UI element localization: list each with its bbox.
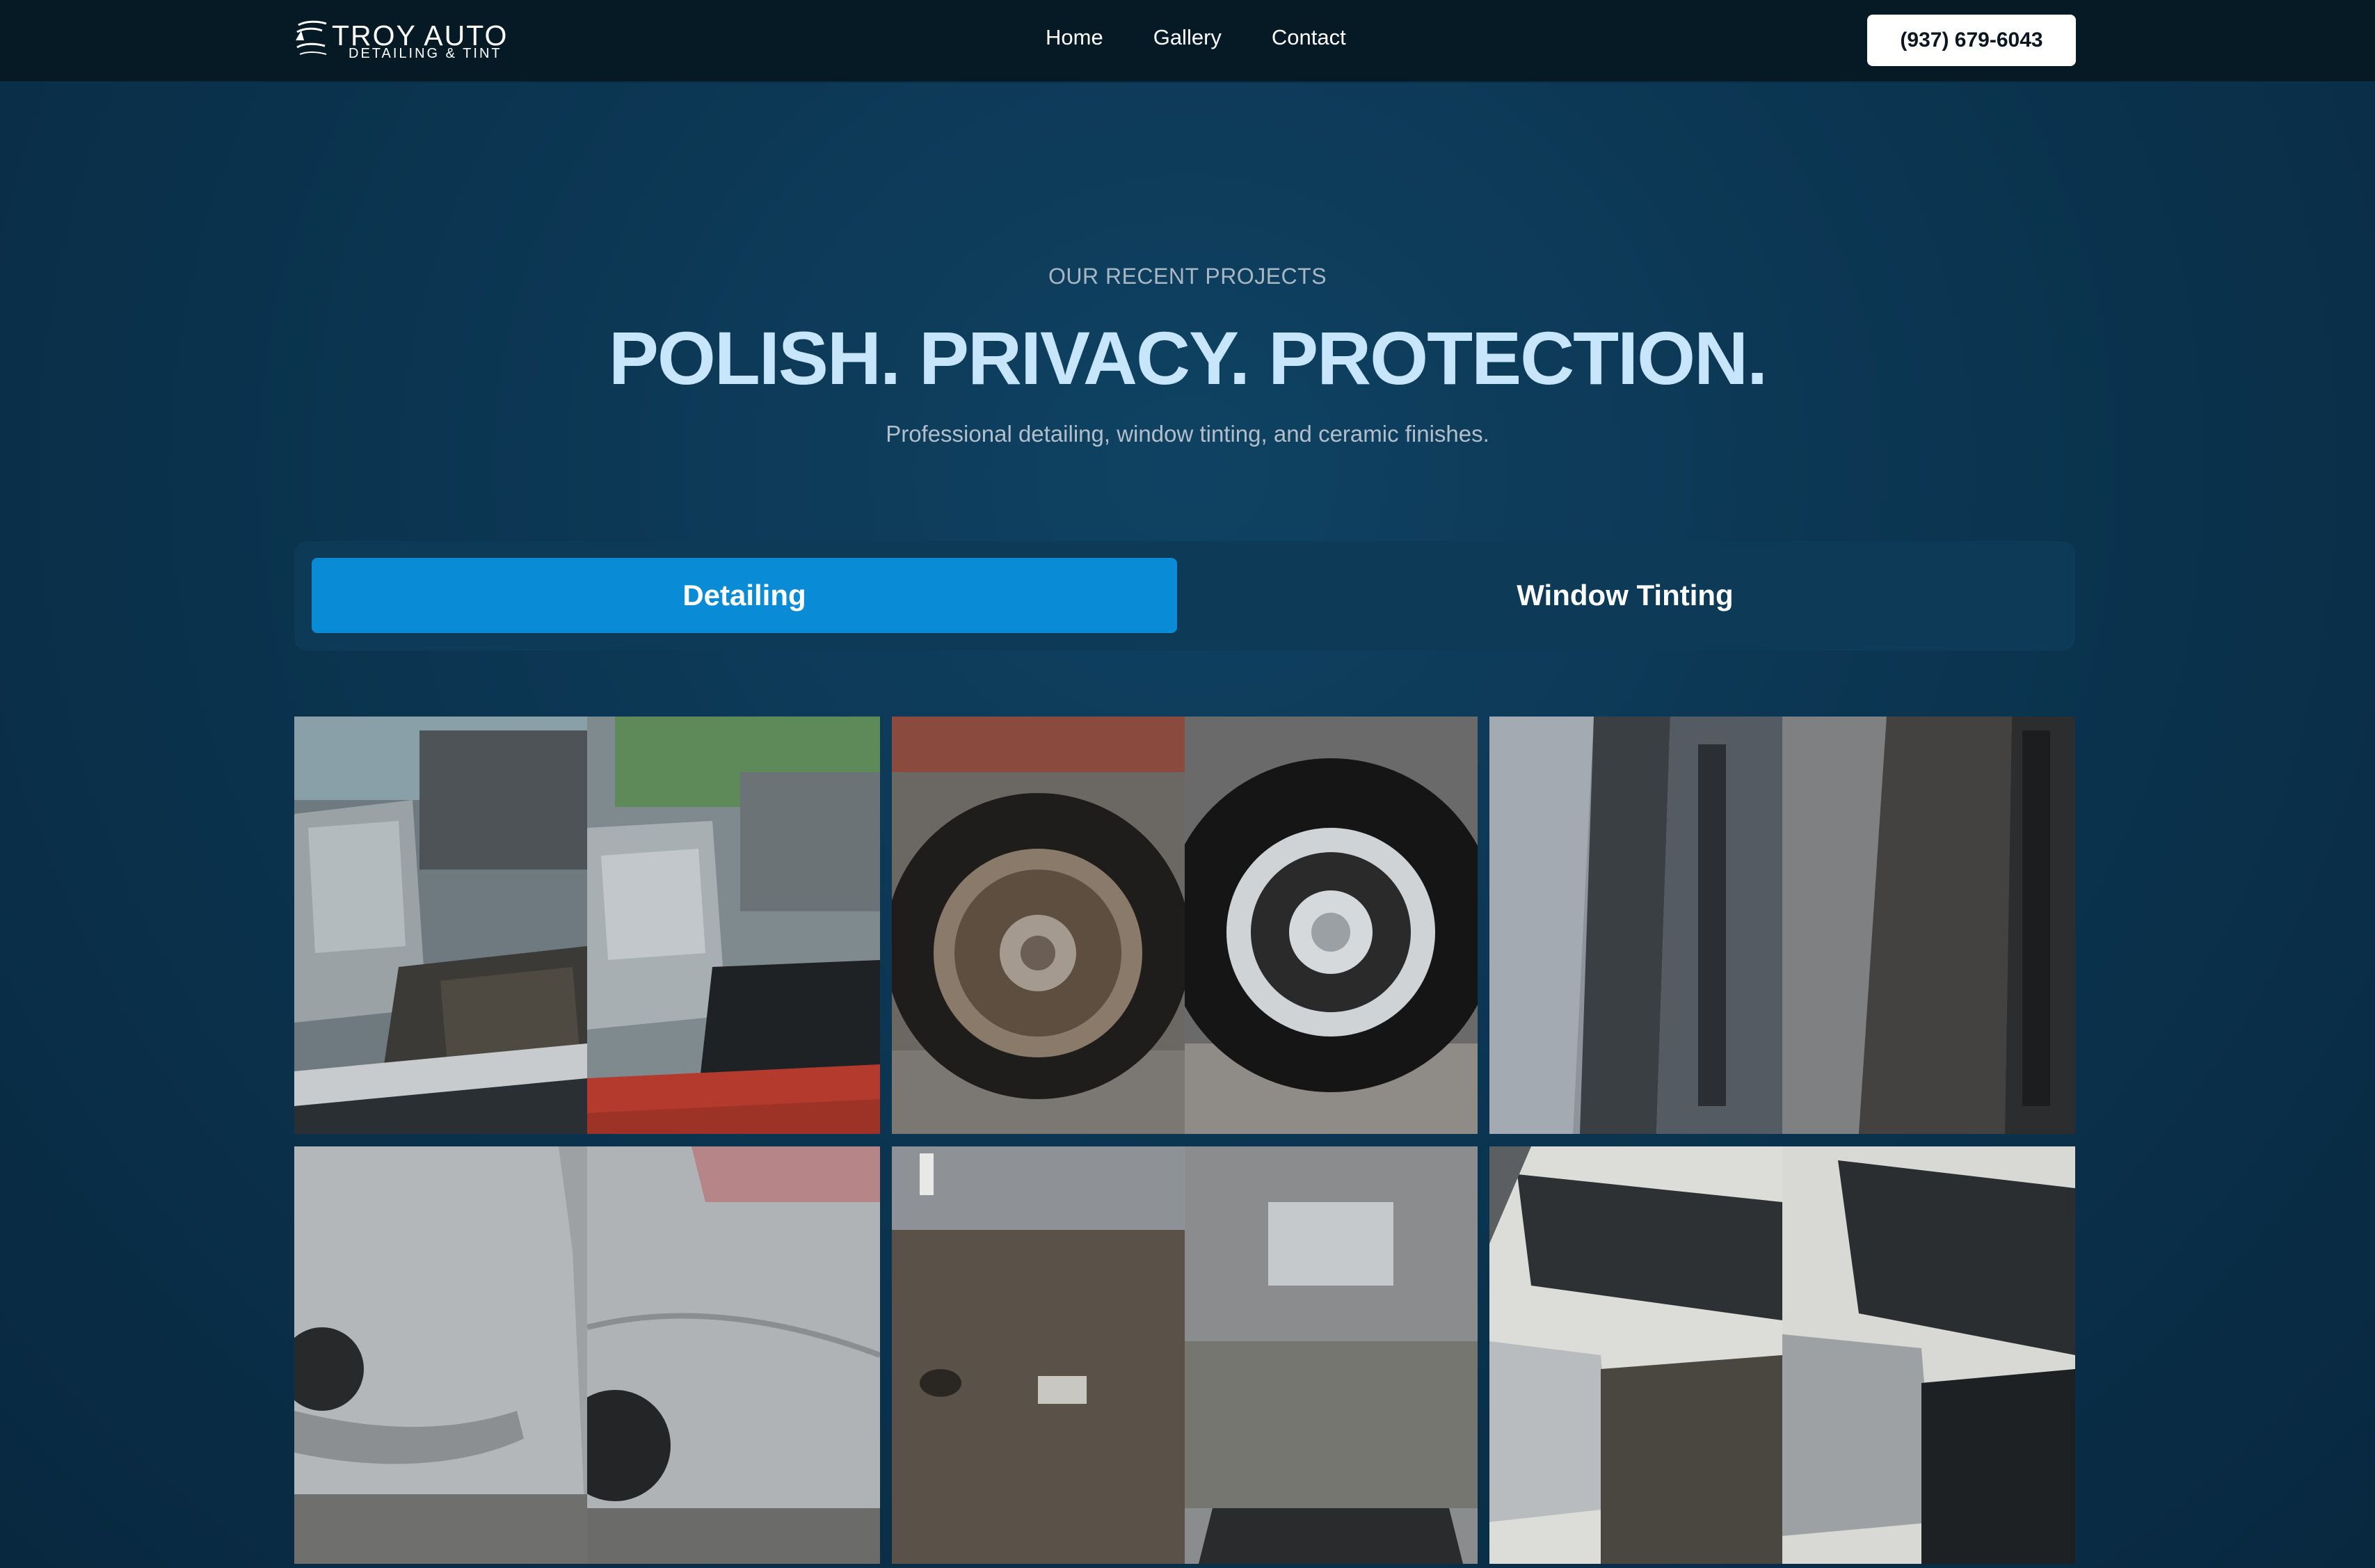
after-image	[1185, 717, 1478, 1134]
brand-logo[interactable]: TROY AUTO DETAILING & TINT	[294, 18, 524, 63]
before-image	[892, 717, 1185, 1134]
main-nav: Home Gallery Contact	[1046, 25, 1396, 53]
after-image	[1782, 717, 2075, 1134]
after-image	[1185, 1146, 1478, 1564]
brand-subtitle: DETAILING & TINT	[349, 46, 502, 61]
nav-gallery[interactable]: Gallery	[1153, 25, 1222, 53]
project-gallery	[294, 717, 2075, 1568]
tab-detailing[interactable]: Detailing	[312, 558, 1177, 633]
car-swoosh-icon	[296, 20, 327, 55]
before-image	[892, 1146, 1185, 1564]
gallery-item[interactable]	[1489, 717, 2075, 1134]
after-image	[587, 717, 880, 1134]
gallery-item[interactable]	[1489, 1146, 2075, 1564]
after-image	[1782, 1146, 2075, 1564]
gallery-tabs: Detailing Window Tinting	[294, 541, 2075, 650]
site-header: TROY AUTO DETAILING & TINT Home Gallery …	[0, 0, 2375, 83]
gallery-item[interactable]	[294, 717, 880, 1134]
before-image	[294, 1146, 587, 1564]
page-headline: POLISH. PRIVACY. PROTECTION.	[608, 316, 1768, 400]
tab-window-tinting[interactable]: Window Tinting	[1192, 558, 2058, 633]
phone-button[interactable]: (937) 679-6043	[1867, 15, 2076, 66]
before-image	[1489, 717, 1782, 1134]
before-image	[1489, 1146, 1782, 1564]
nav-contact[interactable]: Contact	[1272, 25, 1346, 53]
gallery-item[interactable]	[892, 1146, 1478, 1564]
after-image	[587, 1146, 880, 1564]
gallery-item[interactable]	[892, 717, 1478, 1134]
section-kicker: OUR RECENT PROJECTS	[1048, 264, 1327, 289]
before-image	[294, 717, 587, 1134]
gallery-item[interactable]	[294, 1146, 880, 1564]
page-subheadline: Professional detailing, window tinting, …	[886, 421, 1489, 447]
nav-home[interactable]: Home	[1046, 25, 1103, 53]
